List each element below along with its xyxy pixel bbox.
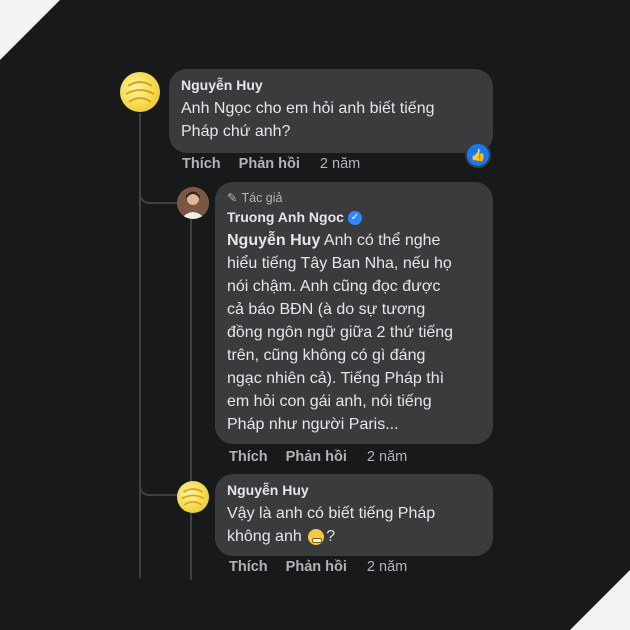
comment-author[interactable]: Truong Anh Ngoc [227, 209, 344, 225]
author-badge-label: Tác giả [241, 190, 283, 205]
comment-author[interactable]: Nguyễn Huy [227, 482, 309, 498]
comment-actions: Thích Phản hồi 2 năm [229, 449, 407, 465]
reply-button[interactable]: Phản hồi [286, 449, 347, 465]
avatar[interactable] [177, 481, 209, 513]
like-button[interactable]: Thích [229, 559, 268, 575]
comment-bubble: Nguyễn Huy Anh Ngọc cho em hỏi anh biết … [169, 69, 493, 153]
comment-actions: Thích Phản hồi 2 năm [182, 156, 360, 172]
timestamp[interactable]: 2 năm [367, 449, 407, 465]
thumbs-up-icon[interactable]: 👍 [465, 142, 491, 168]
like-button[interactable]: Thích [182, 156, 221, 172]
comment-body-end: ? [326, 528, 336, 545]
corner-decoration [0, 0, 60, 60]
thread-connector [139, 474, 177, 496]
avatar[interactable] [177, 187, 209, 219]
thread-connector [139, 182, 177, 204]
author-badge: ✎ Tác giả [227, 190, 481, 206]
timestamp[interactable]: 2 năm [320, 156, 360, 172]
comment-text: Anh Ngọc cho em hỏi anh biết tiếng Pháp … [181, 100, 435, 140]
avatar-image [181, 488, 205, 506]
comment-text: Vậy là anh có biết tiếng Pháp không anh … [227, 502, 481, 548]
thread-line [190, 218, 192, 580]
reply-button[interactable]: Phản hồi [239, 156, 300, 172]
comment-author[interactable]: Nguyễn Huy [181, 77, 263, 93]
verified-icon: ✓ [347, 210, 362, 225]
comment-actions: Thích Phản hồi 2 năm [229, 559, 407, 575]
comment-bubble: Nguyễn Huy Vậy là anh có biết tiếng Pháp… [215, 474, 493, 556]
pencil-icon: ✎ [227, 191, 238, 205]
mentioned-user[interactable]: Nguyễn Huy [227, 232, 320, 249]
corner-decoration [570, 570, 630, 630]
like-button[interactable]: Thích [229, 449, 268, 465]
avatar-image [177, 187, 209, 219]
timestamp[interactable]: 2 năm [367, 559, 407, 575]
reply-button[interactable]: Phản hồi [286, 559, 347, 575]
grimacing-emoji-icon [308, 528, 325, 545]
avatar-image [125, 81, 155, 103]
avatar[interactable] [120, 72, 160, 112]
comment-bubble: ✎ Tác giả Truong Anh Ngoc ✓ Nguyễn Huy An… [215, 182, 493, 444]
comment-body: Anh có thể nghe hiểu tiếng Tây Ban Nha, … [227, 232, 454, 433]
comment-text: Nguyễn Huy Anh có thể nghe hiểu tiếng Tâ… [227, 229, 481, 436]
